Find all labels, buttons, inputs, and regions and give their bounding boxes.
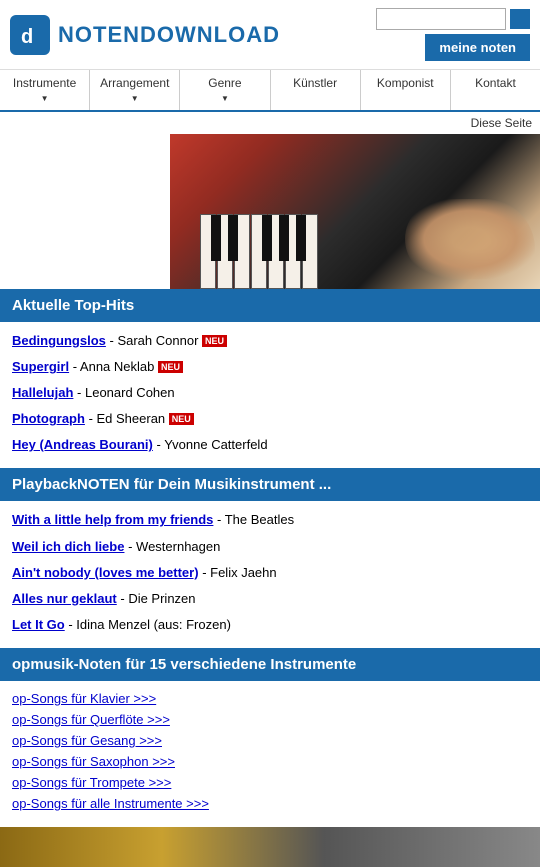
chevron-down-icon: ▼	[131, 94, 139, 103]
nav-bar: Instrumente▼ Arrangement▼ Genre▼ Künstle…	[0, 70, 540, 112]
list-item: Bedingungslos - Sarah Connor NEU	[12, 330, 528, 352]
neu-badge: NEU	[158, 361, 183, 373]
svg-text:d: d	[21, 26, 33, 48]
nav-item-genre[interactable]: Genre▼	[180, 70, 270, 110]
list-item: Ain't nobody (loves me better) - Felix J…	[12, 562, 528, 584]
gesang-link[interactable]: op-Songs für Gesang >>>	[12, 733, 528, 748]
list-item: With a little help from my friends - The…	[12, 509, 528, 531]
chevron-down-icon: ▼	[221, 94, 229, 103]
alle-instrumente-link[interactable]: op-Songs für alle Instrumente >>>	[12, 796, 528, 811]
header: d NOTENDOWNLOAD meine noten	[0, 0, 540, 70]
nav-item-instrumente[interactable]: Instrumente▼	[0, 70, 90, 110]
bedingungslos-link[interactable]: Bedingungslos	[12, 333, 106, 348]
pop-songs-section-header: opmusik-Noten für 15 verschiedene Instru…	[0, 648, 540, 681]
banner-image	[170, 134, 540, 289]
aint-nobody-link[interactable]: Ain't nobody (loves me better)	[12, 565, 199, 580]
meine-noten-button[interactable]: meine noten	[425, 34, 530, 61]
playback-list: With a little help from my friends - The…	[0, 501, 540, 647]
list-item: Photograph - Ed Sheeran NEU	[12, 408, 528, 430]
list-item: Supergirl - Anna Neklab NEU	[12, 356, 528, 378]
playback-section-header: PlaybackNOTEN für Dein Musikinstrument .…	[0, 468, 540, 501]
top-hits-section-header: Aktuelle Top-Hits	[0, 289, 540, 322]
trompete-link[interactable]: op-Songs für Trompete >>>	[12, 775, 528, 790]
top-hits-list: Bedingungslos - Sarah Connor NEU Supergi…	[0, 322, 540, 468]
pop-songs-list: op-Songs für Klavier >>> op-Songs für Qu…	[0, 681, 540, 827]
nav-item-kontakt[interactable]: Kontakt	[451, 70, 540, 110]
list-item: Hey (Andreas Bourani) - Yvonne Catterfel…	[12, 434, 528, 456]
list-item: Alles nur geklaut - Die Prinzen	[12, 588, 528, 610]
neu-badge: NEU	[169, 413, 194, 425]
let-it-go-link[interactable]: Let It Go	[12, 617, 65, 632]
diese-seite: Diese Seite	[0, 112, 540, 134]
photograph-link[interactable]: Photograph	[12, 411, 85, 426]
list-item: Weil ich dich liebe - Westernhagen	[12, 536, 528, 558]
hey-link[interactable]: Hey (Andreas Bourani)	[12, 437, 153, 452]
with-a-little-help-link[interactable]: With a little help from my friends	[12, 512, 213, 527]
alles-nur-geklaut-link[interactable]: Alles nur geklaut	[12, 591, 117, 606]
hallelujah-link[interactable]: Hallelujah	[12, 385, 73, 400]
bottom-image-strip	[0, 827, 540, 867]
nav-item-kuenstler[interactable]: Künstler	[271, 70, 361, 110]
weil-ich-dich-liebe-link[interactable]: Weil ich dich liebe	[12, 539, 124, 554]
logo-icon: d	[10, 15, 50, 55]
chevron-down-icon: ▼	[41, 94, 49, 103]
search-input[interactable]	[376, 8, 506, 30]
nav-item-arrangement[interactable]: Arrangement▼	[90, 70, 180, 110]
logo-text: NOTENDOWNLOAD	[58, 22, 376, 48]
saxophon-link[interactable]: op-Songs für Saxophon >>>	[12, 754, 528, 769]
search-icon[interactable]	[510, 9, 530, 29]
nav-item-komponist[interactable]: Komponist	[361, 70, 451, 110]
klavier-link[interactable]: op-Songs für Klavier >>>	[12, 691, 528, 706]
querfloete-link[interactable]: op-Songs für Querflöte >>>	[12, 712, 528, 727]
list-item: Let It Go - Idina Menzel (aus: Frozen)	[12, 614, 528, 636]
neu-badge: NEU	[202, 335, 227, 347]
list-item: Hallelujah - Leonard Cohen	[12, 382, 528, 404]
supergirl-link[interactable]: Supergirl	[12, 359, 69, 374]
